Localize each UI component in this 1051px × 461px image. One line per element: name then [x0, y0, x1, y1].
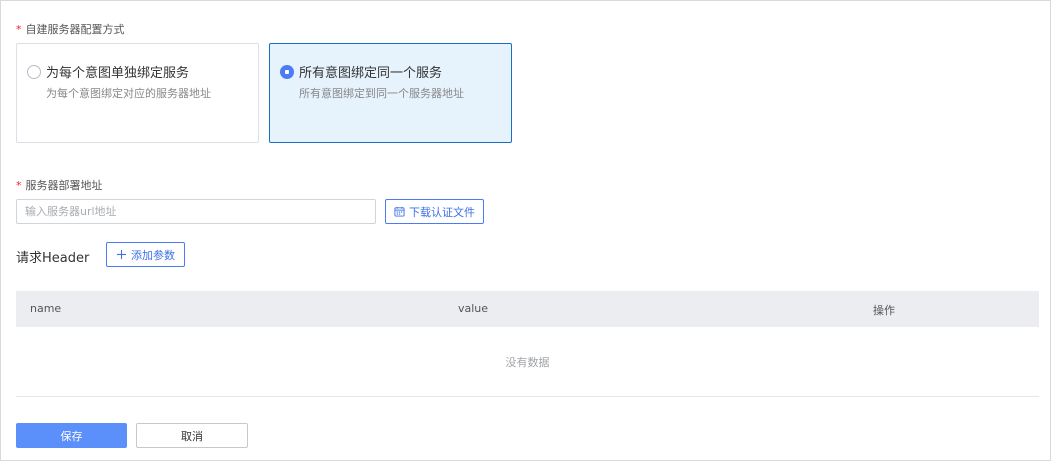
column-header-actions: 操作	[873, 304, 895, 317]
required-star: *	[16, 23, 22, 36]
option-description: 为每个意图绑定对应的服务器地址	[46, 87, 211, 100]
column-header-value: value	[458, 302, 489, 315]
download-cert-label: 下载认证文件	[409, 205, 475, 219]
option-card-shared-service[interactable]: 所有意图绑定同一个服务 所有意图绑定到同一个服务器地址	[269, 43, 512, 143]
option-title: 所有意图绑定同一个服务	[299, 66, 443, 81]
empty-placeholder: 没有数据	[505, 356, 550, 369]
server-url-input[interactable]	[16, 199, 376, 224]
config-mode-label-text: 自建服务器配置方式	[25, 23, 125, 36]
table-header-row: name value 操作	[16, 291, 1039, 327]
server-address-label: * 服务器部署地址	[16, 177, 103, 193]
server-address-label-text: 服务器部署地址	[25, 179, 103, 192]
add-param-button[interactable]: 添加参数	[106, 242, 185, 267]
save-button[interactable]: 保存	[16, 423, 127, 448]
required-star: *	[16, 179, 22, 192]
header-table: name value 操作 没有数据	[16, 291, 1039, 397]
option-title: 为每个意图单独绑定服务	[46, 66, 190, 81]
config-mode-label: * 自建服务器配置方式	[16, 21, 125, 37]
column-header-name: name	[30, 302, 62, 315]
table-body: 没有数据	[16, 327, 1039, 397]
option-card-per-intent[interactable]: 为每个意图单独绑定服务 为每个意图绑定对应的服务器地址	[16, 43, 259, 143]
download-cert-button[interactable]: 下载认证文件	[385, 199, 484, 224]
config-panel: * 自建服务器配置方式 为每个意图单独绑定服务 为每个意图绑定对应的服务器地址 所…	[0, 0, 1051, 461]
radio-unchecked-icon[interactable]	[27, 65, 41, 79]
plus-icon	[116, 249, 127, 260]
radio-checked-icon[interactable]	[280, 65, 294, 79]
request-header-title: 请求Header	[16, 251, 90, 266]
cancel-button[interactable]: 取消	[136, 423, 248, 448]
calendar-icon	[394, 206, 405, 217]
add-param-label: 添加参数	[131, 248, 175, 262]
option-description: 所有意图绑定到同一个服务器地址	[299, 87, 464, 100]
